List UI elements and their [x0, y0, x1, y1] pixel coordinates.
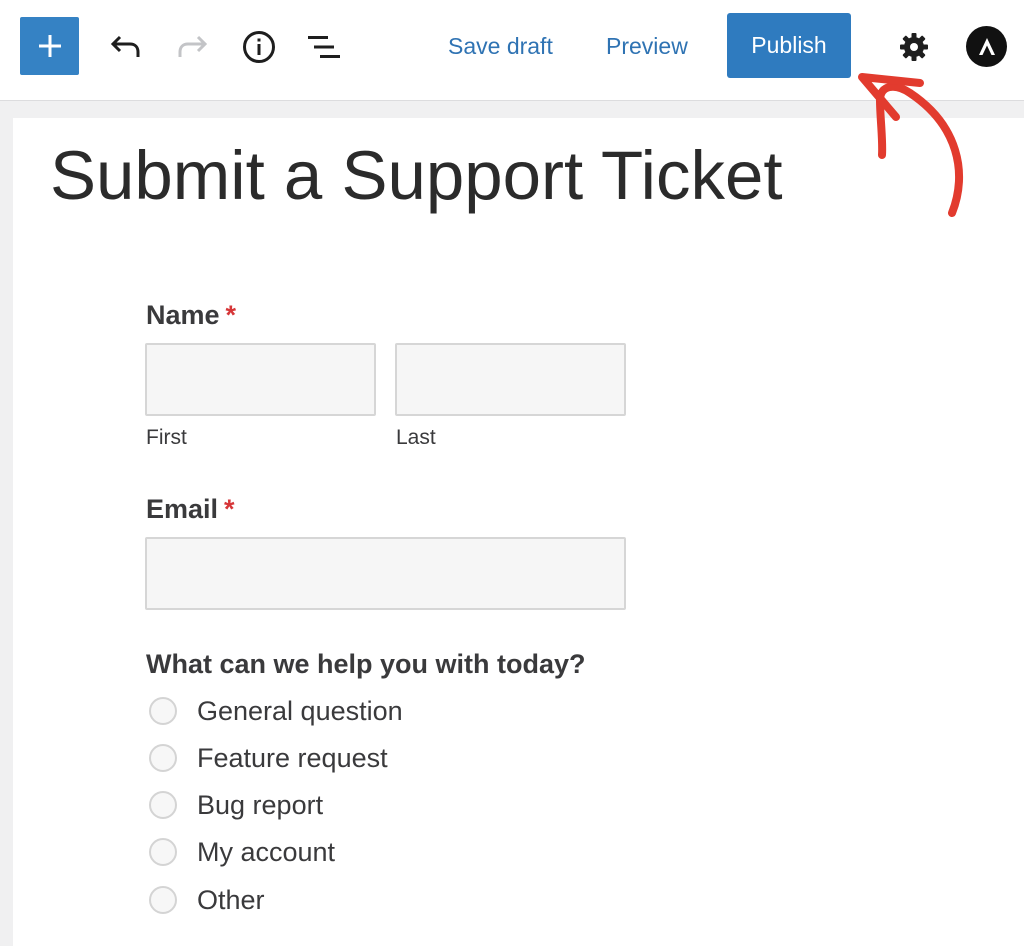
radio-button[interactable] — [149, 886, 177, 914]
radio-option-label: Feature request — [197, 742, 388, 773]
radio-option-label: Bug report — [197, 789, 324, 820]
list-view-icon — [308, 36, 340, 58]
radio-option-label: General question — [197, 695, 403, 726]
list-view-button[interactable] — [303, 27, 345, 67]
last-name-sublabel: Last — [396, 426, 436, 449]
required-asterisk: * — [224, 494, 235, 524]
gear-icon — [900, 33, 928, 61]
radio-option-label: Other — [197, 884, 265, 915]
name-label: Name * — [146, 300, 236, 331]
first-name-sublabel: First — [146, 426, 187, 449]
radio-button[interactable] — [149, 838, 177, 866]
radio-option-feature-request[interactable]: Feature request — [149, 742, 388, 774]
info-icon — [243, 31, 275, 63]
required-asterisk: * — [225, 300, 237, 330]
settings-button[interactable] — [893, 27, 935, 67]
plus-icon — [38, 35, 61, 57]
email-input[interactable] — [145, 537, 626, 610]
radio-option-bug-report[interactable]: Bug report — [149, 789, 323, 821]
redo-button[interactable] — [171, 27, 213, 67]
help-topic-label: What can we help you with today? — [146, 649, 586, 679]
add-block-button[interactable] — [20, 17, 79, 75]
radio-button[interactable] — [149, 697, 177, 725]
radio-button[interactable] — [149, 791, 177, 819]
radio-option-my-account[interactable]: My account — [149, 836, 335, 868]
save-draft-button[interactable]: Save draft — [448, 30, 553, 62]
radio-button[interactable] — [149, 744, 177, 772]
editor-canvas — [13, 118, 1024, 946]
editor-toolbar: Save draft Preview Publish — [0, 0, 1024, 101]
undo-icon — [110, 35, 140, 57]
preview-button[interactable]: Preview — [606, 30, 688, 62]
first-name-input[interactable] — [145, 343, 376, 416]
astra-logo-icon — [978, 37, 995, 55]
page-title[interactable]: Submit a Support Ticket — [50, 134, 783, 218]
radio-option-label: My account — [197, 836, 336, 867]
last-name-input[interactable] — [395, 343, 626, 416]
details-button[interactable] — [238, 26, 280, 68]
publish-button[interactable]: Publish — [727, 13, 851, 78]
undo-button[interactable] — [105, 27, 147, 67]
email-label: Email * — [146, 494, 235, 525]
name-label-text: Name — [146, 300, 220, 330]
radio-option-other[interactable]: Other — [149, 884, 265, 916]
astra-settings-button[interactable] — [966, 26, 1007, 67]
email-label-text: Email — [146, 494, 219, 524]
radio-option-general-question[interactable]: General question — [149, 695, 403, 727]
redo-icon — [178, 35, 208, 57]
